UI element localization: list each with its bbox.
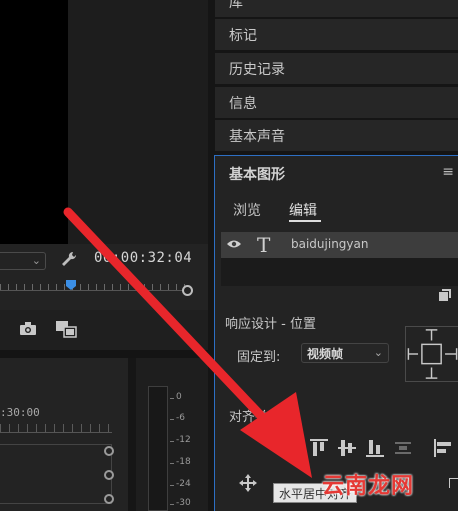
align-left-icon[interactable] (433, 438, 453, 458)
meter-label: -24 (176, 479, 191, 489)
audio-meter-panel: 0 -6 -12 -18 -24 -30 (136, 358, 208, 511)
meter-tick (170, 398, 174, 399)
timeline-ruler-line (0, 432, 112, 433)
panel-menu-icon[interactable]: ≡ (442, 164, 454, 180)
wrench-icon[interactable] (60, 250, 78, 268)
meter-label: 0 (176, 392, 182, 402)
timeline-scroll-handle-bottom[interactable] (104, 494, 114, 504)
active-tab-indicator (289, 220, 321, 222)
playhead-timecode[interactable]: 00:00:32:04 (94, 250, 192, 266)
panel-tab-info[interactable]: 信息 (215, 87, 458, 118)
essential-graphics-panel: 基本图形 ≡ 浏览 编辑 T baidujingyan 响应设计 - 位置 固定… (214, 155, 458, 511)
new-layer-icon[interactable] (439, 289, 451, 301)
meter-label: -6 (176, 413, 185, 423)
distribute-vertical-icon[interactable] (393, 438, 413, 458)
monitor-button-bar (0, 310, 208, 350)
panel-gutter (128, 358, 136, 511)
meter-label: -12 (176, 435, 191, 445)
audio-meter-bar (148, 386, 168, 511)
panel-divider[interactable] (0, 350, 208, 358)
panel-tab-libraries[interactable]: 库 (215, 0, 458, 17)
meter-tick (170, 419, 174, 420)
corner-icon (449, 478, 458, 488)
monitor-controls: ⌄ 00:00:32:04 (0, 244, 208, 310)
meter-tick (170, 463, 174, 464)
timeline-ruler-ticks (0, 424, 112, 432)
position-move-icon[interactable] (239, 474, 257, 492)
timeline-scroll-handle-top[interactable] (104, 446, 114, 456)
panel-tab-markers[interactable]: 标记 (215, 19, 458, 50)
watermark-logo: 云南龙网 (322, 474, 415, 499)
layer-list: T baidujingyan (221, 232, 458, 286)
timeline-scroll-handle-mid[interactable] (104, 470, 114, 480)
chevron-down-icon: ⌄ (31, 254, 41, 267)
panel-tab-essential-sound[interactable]: 基本声音 (215, 120, 458, 151)
align-bottom-icon[interactable] (365, 438, 385, 458)
responsive-design-label: 响应设计 - 位置 (225, 317, 316, 332)
align-toolbar (309, 438, 458, 460)
panel-tab-label: 历史记录 (229, 62, 285, 78)
panel-tab-label: 信息 (229, 96, 257, 112)
fit-dropdown[interactable]: ⌄ (0, 252, 46, 270)
pin-to-dropdown[interactable]: 视频帧 ⌄ (301, 343, 389, 363)
monitor-background (68, 0, 208, 244)
panel-title: 基本图形 (229, 167, 285, 183)
align-vertical-center-icon[interactable] (337, 438, 357, 458)
zoom-scroll-handle[interactable] (182, 285, 193, 296)
scrub-bar[interactable] (0, 290, 188, 294)
pin-edges-widget[interactable] (405, 326, 458, 382)
align-top-icon[interactable] (309, 438, 329, 458)
meter-tick (170, 504, 174, 505)
meter-label: -30 (176, 498, 191, 508)
program-monitor-viewer (0, 0, 68, 244)
meter-label: -18 (176, 457, 191, 467)
timeline-panel: :30:00 (0, 358, 128, 511)
pin-to-label: 固定到: (237, 350, 281, 365)
meter-tick (170, 485, 174, 486)
timeline-track-area[interactable] (0, 444, 112, 504)
panel-tab-label: 库 (229, 0, 243, 11)
pin-to-value: 视频帧 (307, 347, 344, 361)
timeline-ruler-time: :30:00 (0, 406, 40, 419)
layer-name: baidujingyan (291, 237, 369, 251)
text-layer-icon: T (257, 233, 271, 257)
export-frame-camera-icon[interactable] (20, 322, 36, 335)
panel-tab-label: 基本声音 (229, 129, 285, 145)
eye-icon[interactable] (227, 239, 241, 249)
panel-tab-history[interactable]: 历史记录 (215, 53, 458, 84)
chevron-down-icon: ⌄ (373, 346, 383, 359)
comparison-view-icon[interactable] (55, 320, 77, 338)
align-transform-label: 对齐并变换 (229, 410, 295, 425)
layer-row[interactable]: T baidujingyan (221, 232, 458, 258)
tab-edit[interactable]: 编辑 (289, 200, 317, 220)
tab-browse[interactable]: 浏览 (233, 200, 261, 220)
meter-tick (170, 441, 174, 442)
panel-tab-label: 标记 (229, 28, 257, 44)
